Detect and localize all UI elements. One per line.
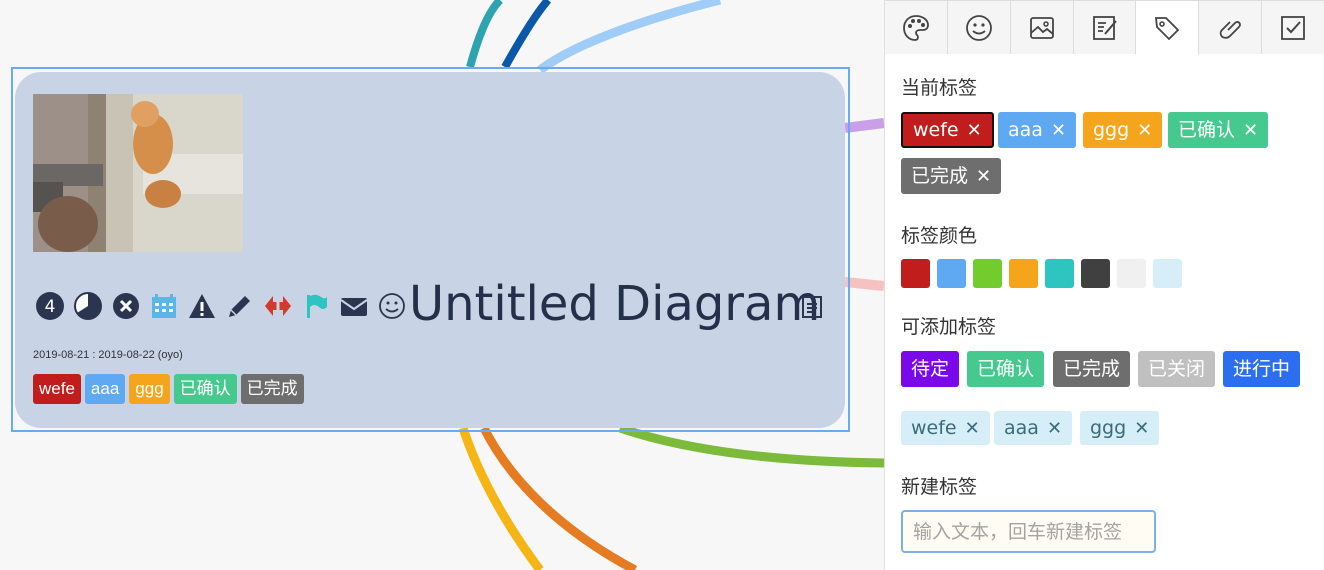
tag-label: 已完成: [911, 165, 969, 187]
node-tag[interactable]: ggg: [129, 374, 170, 404]
tab-style[interactable]: [885, 0, 948, 54]
image-icon: [1029, 16, 1054, 39]
close-circle-icon[interactable]: [109, 289, 143, 323]
new-tag-input[interactable]: [901, 510, 1156, 553]
node-tag[interactable]: 已完成: [240, 374, 304, 404]
tag-color-title: 标签颜色: [901, 225, 978, 247]
tab-link[interactable]: [1199, 0, 1263, 54]
color-swatch[interactable]: [973, 259, 1002, 288]
addable-tags-title: 可添加标签: [901, 316, 997, 338]
addable-tag[interactable]: 已关闭: [1138, 351, 1216, 387]
panel-tabs: [885, 0, 1324, 55]
tab-image[interactable]: [1010, 0, 1074, 54]
color-swatch[interactable]: [1009, 259, 1038, 288]
node-tag[interactable]: aaa: [84, 374, 126, 404]
color-swatch[interactable]: [1117, 259, 1146, 288]
tag-label: aaa: [1004, 417, 1039, 439]
node-tag[interactable]: 已确认: [173, 374, 237, 404]
node-title[interactable]: Untitled Diagram: [409, 276, 820, 332]
addable-tag[interactable]: 待定: [901, 351, 960, 387]
new-tag-title: 新建标签: [901, 476, 978, 498]
color-swatch[interactable]: [1153, 259, 1182, 288]
tag-label: ggg: [1090, 417, 1127, 439]
tag-label: 已确认: [1178, 119, 1236, 141]
node-tags: wefe aaa ggg 已确认 已完成: [33, 374, 308, 404]
node-tag[interactable]: wefe: [33, 374, 81, 404]
priority-4-icon[interactable]: 4: [33, 289, 67, 323]
color-swatch[interactable]: [1081, 259, 1110, 288]
warning-icon[interactable]: [185, 289, 219, 323]
node-date-range: 2019-08-21 : 2019-08-22 (oyo): [33, 349, 183, 361]
tag-label: wefe: [911, 417, 957, 439]
flag-icon[interactable]: [299, 289, 333, 323]
note-icon: [1092, 15, 1117, 40]
tag-label: wefe: [913, 119, 959, 141]
calendar-icon[interactable]: [147, 289, 181, 323]
color-swatch[interactable]: [901, 259, 930, 288]
close-icon[interactable]: ✕: [976, 166, 991, 187]
current-tag[interactable]: 已确认 ✕: [1168, 112, 1269, 148]
tab-task[interactable]: [1262, 0, 1324, 54]
property-panel: 当前标签 wefe ✕ aaa ✕ ggg ✕ 已确认 ✕ 已完成 ✕ 标签颜色 可添加标…: [884, 0, 1324, 570]
custom-tag[interactable]: wefe ✕: [901, 411, 990, 445]
tab-tags[interactable]: [1136, 0, 1200, 55]
addable-tag[interactable]: 进行中: [1223, 351, 1301, 387]
palette-icon: [903, 14, 929, 41]
close-icon[interactable]: ✕: [1051, 120, 1066, 141]
arrows-icon[interactable]: [261, 289, 295, 323]
smiley-icon[interactable]: [375, 289, 409, 323]
custom-tag[interactable]: ggg ✕: [1080, 411, 1160, 445]
addable-tag[interactable]: 已完成: [1053, 351, 1131, 387]
checkbox-icon: [1281, 15, 1305, 40]
close-icon[interactable]: ✕: [965, 418, 980, 439]
close-icon[interactable]: ✕: [1137, 120, 1152, 141]
color-swatch[interactable]: [1045, 259, 1074, 288]
current-tag[interactable]: aaa ✕: [998, 112, 1077, 148]
pencil-icon[interactable]: [223, 289, 257, 323]
mail-icon[interactable]: [337, 289, 371, 323]
custom-tag[interactable]: aaa ✕: [994, 411, 1073, 445]
current-tag[interactable]: wefe ✕: [901, 112, 994, 148]
addable-tag[interactable]: 已确认: [967, 351, 1045, 387]
tab-icons[interactable]: [947, 0, 1011, 54]
note-icon[interactable]: [801, 295, 823, 319]
mindmap-node[interactable]: 4 Untitled Diagram 2019-08-21: 2019-08-…: [15, 72, 845, 428]
node-icon-row: 4: [33, 284, 413, 328]
tab-note[interactable]: [1073, 0, 1137, 54]
tag-label: ggg: [1093, 119, 1130, 141]
tag-label: aaa: [1008, 119, 1043, 141]
current-tags-title: 当前标签: [901, 77, 978, 99]
close-icon[interactable]: ✕: [1047, 418, 1062, 439]
close-icon[interactable]: ✕: [1134, 418, 1149, 439]
current-tag[interactable]: ggg ✕: [1083, 112, 1163, 148]
color-swatch[interactable]: [937, 259, 966, 288]
smiley-icon: [965, 14, 992, 41]
close-icon[interactable]: ✕: [967, 120, 982, 141]
node-image[interactable]: [33, 94, 243, 252]
link-icon: [1219, 20, 1242, 39]
close-icon[interactable]: ✕: [1243, 120, 1258, 141]
progress-icon[interactable]: [71, 289, 105, 323]
current-tag[interactable]: 已完成 ✕: [901, 158, 1002, 194]
tag-icon: [1155, 16, 1180, 40]
svg-text:4: 4: [45, 297, 56, 317]
